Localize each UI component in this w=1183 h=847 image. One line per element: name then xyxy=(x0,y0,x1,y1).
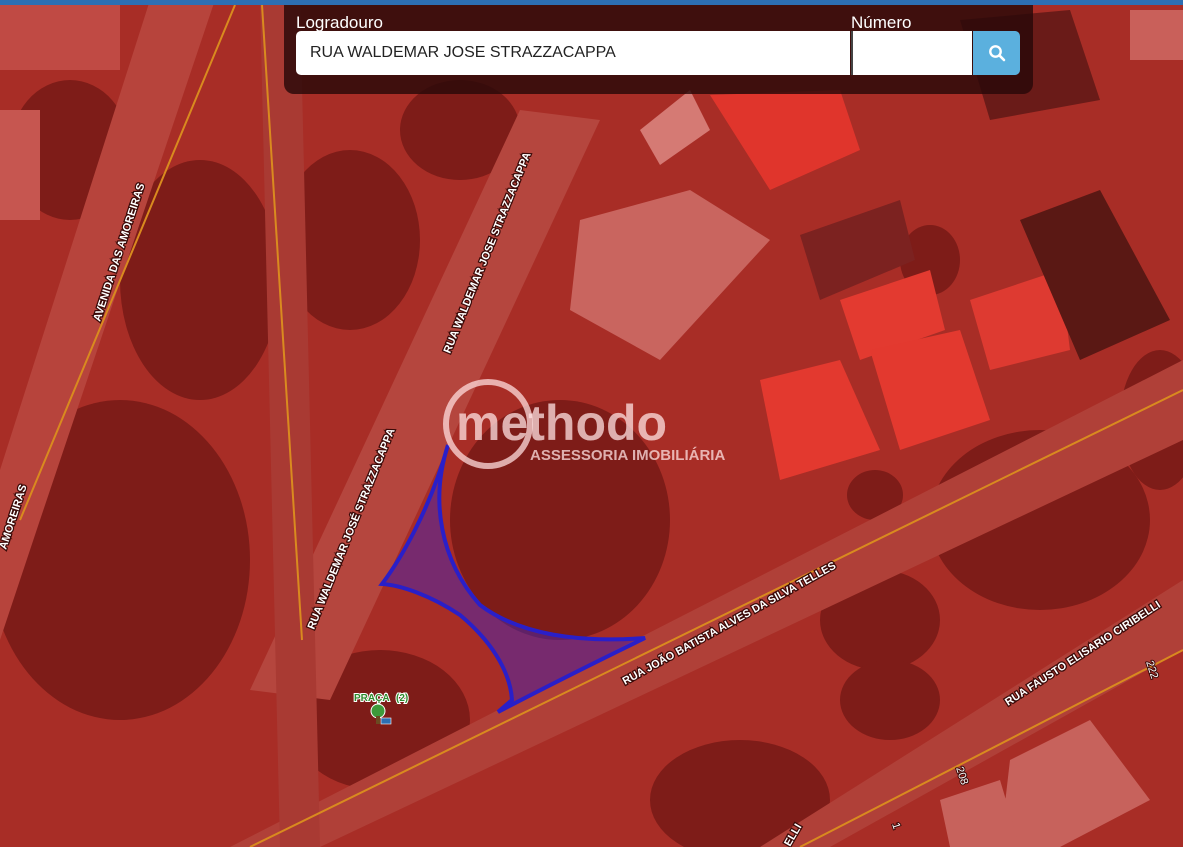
search-button[interactable] xyxy=(973,31,1020,75)
watermark-tagline: ASSESSORIA IMOBILIÁRIA xyxy=(530,447,725,464)
number-input[interactable] xyxy=(851,31,972,75)
street-input[interactable] xyxy=(296,31,850,75)
search-icon xyxy=(988,45,1005,62)
map-view[interactable]: methodo ASSESSORIA IMOBILIÁRIA AVENIDA D… xyxy=(0,0,1183,847)
address-search-panel: Logradouro Número xyxy=(284,5,1033,94)
poi-praca-count: (2) xyxy=(396,693,408,704)
number-label: Número xyxy=(851,13,912,32)
watermark-name: methodo xyxy=(456,395,667,451)
street-label: Logradouro xyxy=(296,13,383,32)
poi-praca-label: PRAÇA xyxy=(354,693,390,704)
